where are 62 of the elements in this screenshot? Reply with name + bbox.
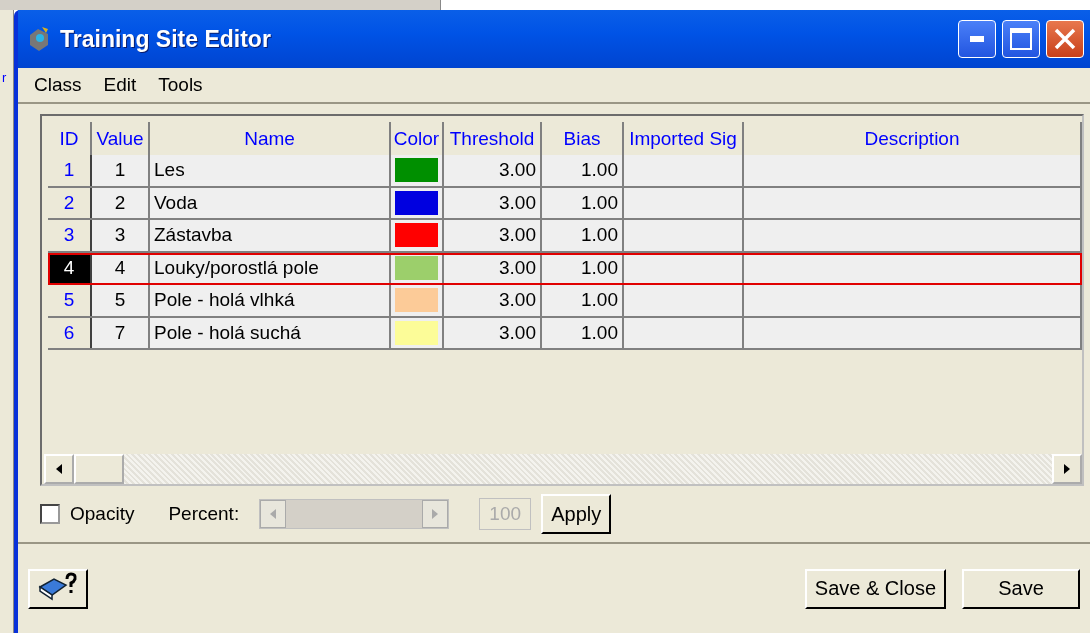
maximize-button[interactable] bbox=[1002, 20, 1040, 58]
table-cell: 5 bbox=[92, 285, 150, 316]
table-cell: Louky/porostlá pole bbox=[150, 252, 391, 283]
color-swatch[interactable] bbox=[395, 158, 438, 183]
color-swatch[interactable] bbox=[395, 288, 438, 313]
table-cell: 1.00 bbox=[542, 252, 624, 283]
table-cell: 4 bbox=[92, 252, 150, 283]
percent-label: Percent: bbox=[168, 503, 240, 525]
table-cell: 3.00 bbox=[444, 252, 542, 283]
maximize-icon bbox=[1010, 28, 1032, 50]
table-cell: 1 bbox=[92, 155, 150, 186]
table-cell: Les bbox=[150, 155, 391, 186]
left-arrow-icon bbox=[56, 464, 62, 474]
close-icon bbox=[1054, 28, 1076, 50]
book-help-icon bbox=[38, 571, 78, 601]
minimize-button[interactable] bbox=[958, 20, 996, 58]
minimize-icon bbox=[970, 36, 984, 42]
scroll-right-button[interactable] bbox=[1052, 454, 1082, 484]
close-button[interactable] bbox=[1046, 20, 1084, 58]
dialog-button[interactable]: Save & Close bbox=[804, 568, 946, 609]
table-cell: Zástavba bbox=[150, 220, 391, 251]
table-cell: 7 bbox=[92, 317, 150, 348]
table-cell: 1.00 bbox=[542, 155, 624, 186]
left-arrow-icon bbox=[270, 509, 277, 519]
right-arrow-icon bbox=[1064, 464, 1070, 474]
checkbox-label: Opacity bbox=[70, 503, 135, 525]
table-row[interactable]: 2 2 Voda 3.00 1.00 bbox=[48, 187, 1082, 220]
table-cell: 3.00 bbox=[444, 155, 542, 186]
color-swatch[interactable] bbox=[395, 320, 438, 345]
table-cell: 3.00 bbox=[444, 220, 542, 251]
table-row[interactable]: 6 7 Pole - holá suchá 3.00 1.00 bbox=[48, 317, 1082, 350]
table-cell: 2 bbox=[92, 187, 150, 218]
table-cell: Voda bbox=[150, 187, 391, 218]
scroll-thumb[interactable] bbox=[74, 454, 124, 484]
row-header[interactable]: 4 bbox=[48, 252, 92, 283]
table-row[interactable]: 4 4 Louky/porostlá pole 3.00 1.00 bbox=[48, 252, 1082, 285]
scroll-left-button[interactable] bbox=[44, 454, 74, 484]
table-cell: 1.00 bbox=[542, 285, 624, 316]
table-cell: Pole - holá vlhká bbox=[150, 285, 391, 316]
table-cell: 1.00 bbox=[542, 220, 624, 251]
color-swatch[interactable] bbox=[395, 190, 438, 215]
dialog-button[interactable]: Save bbox=[962, 568, 1080, 609]
menu-item[interactable]: Edit bbox=[103, 74, 137, 96]
table-row[interactable]: 1 1 Les 3.00 1.00 bbox=[48, 155, 1082, 188]
table-cell: 1.00 bbox=[542, 317, 624, 348]
color-swatch[interactable] bbox=[395, 255, 438, 280]
table-cell: Pole - holá suchá bbox=[150, 317, 391, 348]
help-button[interactable] bbox=[28, 568, 88, 609]
color-swatch[interactable] bbox=[395, 223, 438, 248]
table-cell: 1.00 bbox=[542, 187, 624, 218]
menu-item[interactable]: Tools bbox=[158, 74, 203, 96]
table-cell: 3 bbox=[92, 220, 150, 251]
window-title: Training Site Editor bbox=[60, 25, 272, 53]
background-text: r bbox=[1, 70, 7, 85]
table-cell: 3.00 bbox=[444, 285, 542, 316]
horizontal-scrollbar[interactable] bbox=[44, 454, 1082, 484]
table-cell: 3.00 bbox=[444, 317, 542, 348]
table-cell: 3.00 bbox=[444, 187, 542, 218]
table-row[interactable]: 5 5 Pole - holá vlhká 3.00 1.00 bbox=[48, 285, 1082, 318]
table-row[interactable]: 3 3 Zástavba 3.00 1.00 bbox=[48, 220, 1082, 253]
right-arrow-icon bbox=[432, 509, 439, 519]
menu-item[interactable]: Class bbox=[34, 74, 82, 96]
